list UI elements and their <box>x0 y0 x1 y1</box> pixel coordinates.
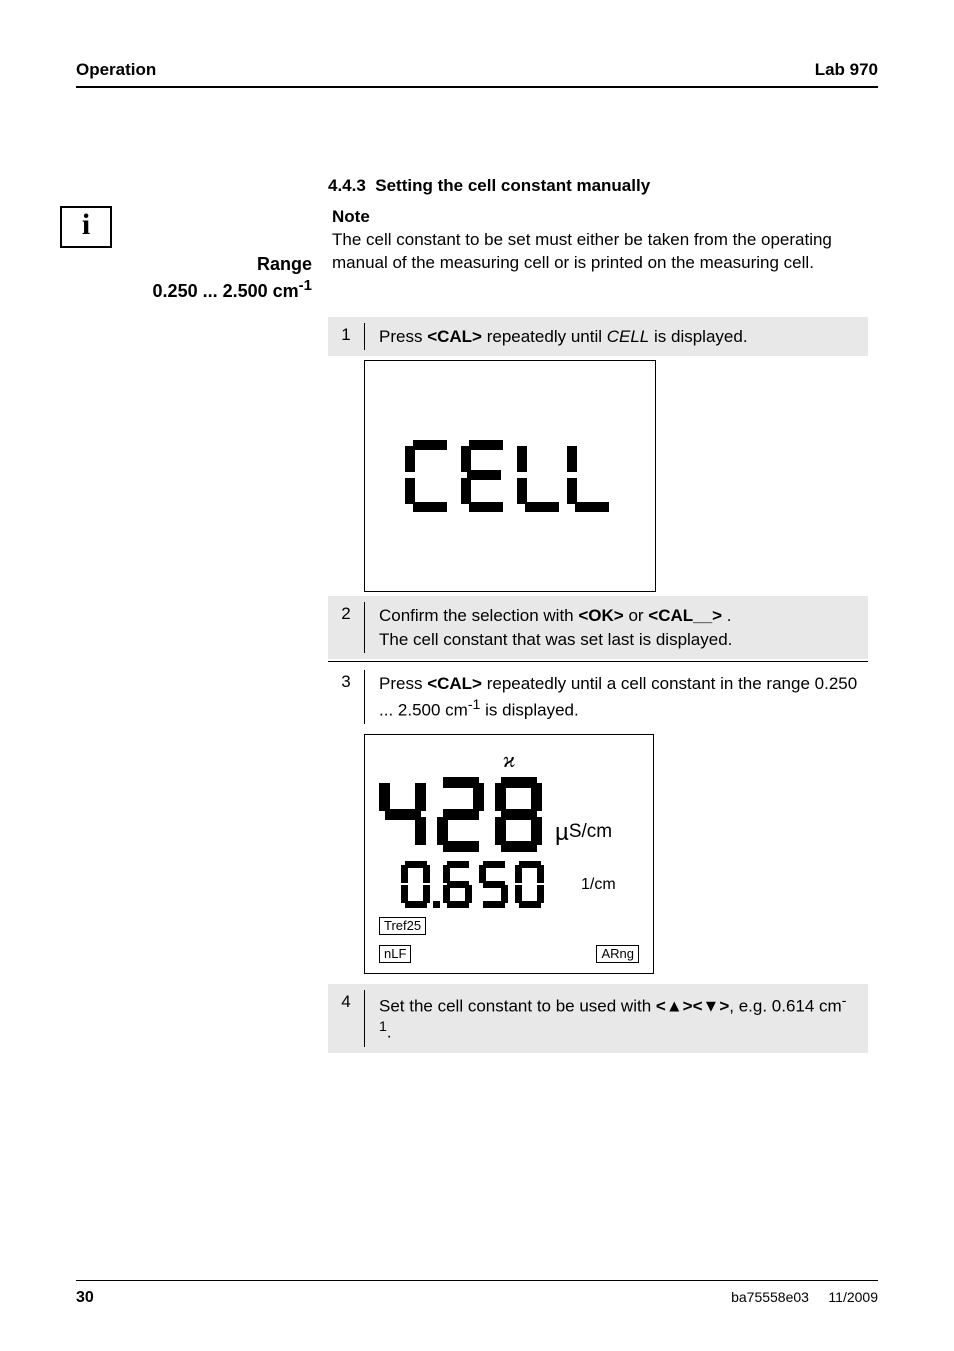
page-number: 30 <box>76 1289 94 1307</box>
arng-badge: ARng <box>596 945 639 963</box>
step-number: 3 <box>328 664 364 700</box>
lcd-display-cell: CELL <box>364 360 656 592</box>
note-block: i Note The cell constant to be set must … <box>60 206 878 275</box>
range-value: 0.250 ... 2.500 cm-1 <box>76 276 312 303</box>
small-unit: 1/cm <box>581 876 616 894</box>
kappa-symbol: ϰ <box>379 747 639 773</box>
info-icon: i <box>60 206 112 248</box>
note-text: The cell constant to be set must either … <box>332 229 878 275</box>
step-row: 1 Press <CAL> repeatedly until CELL is d… <box>328 317 868 356</box>
note-label: Note <box>332 206 878 229</box>
step-number: 4 <box>328 984 364 1020</box>
step-text: Set the cell constant to be used with <▲… <box>365 984 868 1052</box>
step-text: Press <CAL> repeatedly until a cell cons… <box>365 664 868 730</box>
header-left: Operation <box>76 60 156 80</box>
step-text: Press <CAL> repeatedly until CELL is dis… <box>365 317 868 356</box>
footer-code: ba75558e03 <box>731 1289 809 1305</box>
step-number: 2 <box>328 596 364 632</box>
section-title: 4.4.3 Setting the cell constant manually <box>328 176 878 196</box>
lcd-display-reading: ϰ <box>364 734 654 975</box>
step-row: 4 Set the cell constant to be used with … <box>328 984 868 1052</box>
step-row: 3 Press <CAL> repeatedly until a cell co… <box>328 664 868 730</box>
step-text: Confirm the selection with <OK> or <CAL_… <box>365 596 868 659</box>
step-row: 2 Confirm the selection with <OK> or <CA… <box>328 596 868 659</box>
footer-date: 11/2009 <box>828 1289 878 1305</box>
header-right: Lab 970 <box>815 60 878 80</box>
step-number: 1 <box>328 317 364 353</box>
seven-seg-cell <box>405 436 615 516</box>
steps-table: 1 Press <CAL> repeatedly until CELL is d… <box>328 317 868 1053</box>
seven-seg-small <box>401 859 569 911</box>
big-unit: µS/cm <box>555 819 612 847</box>
page-footer: 30 ba75558e03 11/2009 <box>76 1280 878 1307</box>
seven-seg-big <box>379 775 549 853</box>
nlf-badge: nLF <box>379 945 411 963</box>
tref-badge: Tref25 <box>379 917 426 935</box>
